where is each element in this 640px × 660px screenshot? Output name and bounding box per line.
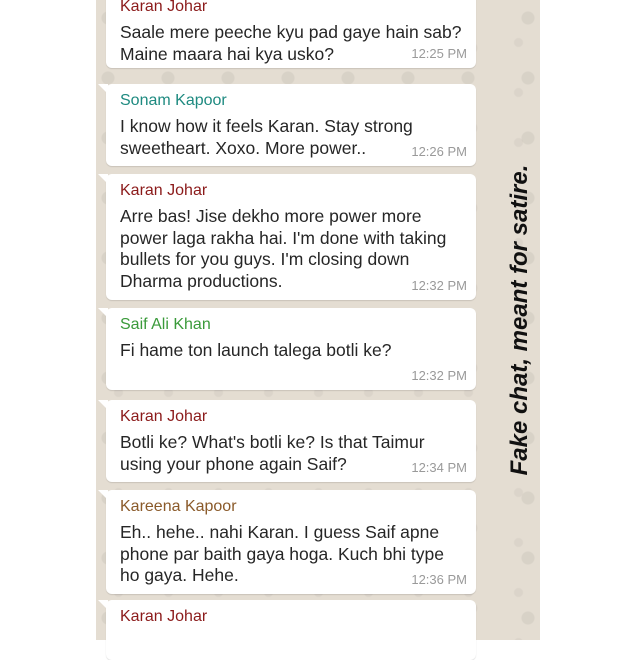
- message-sender: Karan Johar: [120, 608, 208, 625]
- message-bubble[interactable]: Karan Johar: [98, 600, 476, 660]
- message-time: 12:36 PM: [411, 572, 467, 587]
- message-sender: Sonam Kapoor: [120, 92, 227, 109]
- message-bubble[interactable]: Sonam Kapoor I know how it feels Karan. …: [98, 84, 476, 166]
- message-time: 12:32 PM: [411, 368, 467, 383]
- message-bubble[interactable]: Karan Johar Arre bas! Jise dekho more po…: [98, 174, 476, 300]
- message-sender: Saif Ali Khan: [120, 316, 211, 333]
- message-bubble[interactable]: Karan Johar Saale mere peeche kyu pad ga…: [106, 0, 476, 68]
- satire-disclaimer: Fake chat, meant for satire.: [506, 164, 533, 476]
- message-time: 12:26 PM: [411, 144, 467, 159]
- message-sender: Karan Johar: [120, 408, 208, 425]
- message-bubble[interactable]: Saif Ali Khan Fi hame ton launch talega …: [98, 308, 476, 390]
- message-time: 12:32 PM: [411, 278, 467, 293]
- message-bubble[interactable]: Karan Johar Botli ke? What's botli ke? I…: [98, 400, 476, 482]
- message-sender: Kareena Kapoor: [120, 498, 237, 515]
- message-sender: Karan Johar: [120, 0, 208, 15]
- message-bubble[interactable]: Kareena Kapoor Eh.. hehe.. nahi Karan. I…: [98, 490, 476, 594]
- message-time: 12:34 PM: [411, 460, 467, 475]
- message-sender: Karan Johar: [120, 182, 208, 199]
- message-text: Fi hame ton launch talega botli ke?: [120, 340, 392, 360]
- message-time: 12:25 PM: [411, 46, 467, 61]
